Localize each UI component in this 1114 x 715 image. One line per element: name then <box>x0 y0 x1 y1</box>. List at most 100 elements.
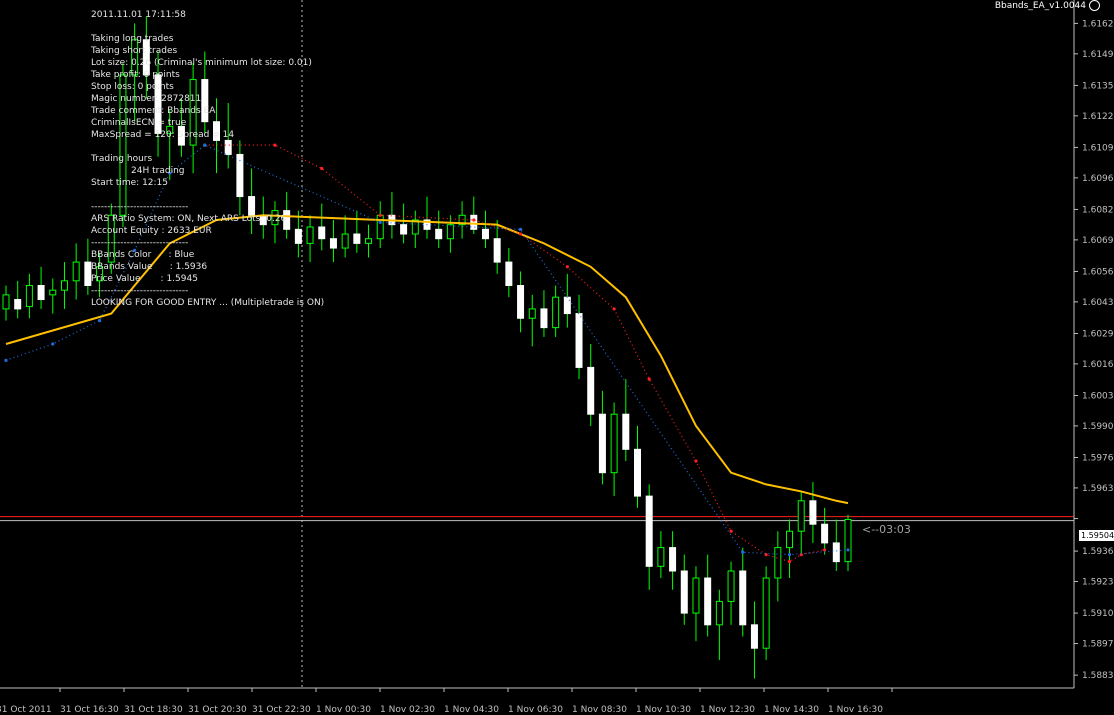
ea-info-panel: 2011.11.01 17:11:58 Taking long trades Tak… <box>91 9 324 309</box>
y-tick-label: 1.59900 <box>1082 422 1114 432</box>
ea-name-label: Bbands_EA_v1.0044 <box>994 1 1086 11</box>
y-tick-label: 1.60030 <box>1082 391 1114 401</box>
info-line: Take profit: 0 points <box>91 70 180 80</box>
y-tick-label: 1.61355 <box>1082 81 1114 91</box>
candle-body <box>25 284 33 308</box>
y-tick-label: 1.60430 <box>1082 298 1114 308</box>
indicator-point <box>612 307 616 311</box>
candle-body <box>610 413 618 474</box>
info-line: Taking long trades <box>91 34 174 44</box>
indicator-point <box>729 529 733 533</box>
indicator-point <box>51 342 55 346</box>
candle-body <box>832 542 840 563</box>
x-tick-label: 31 Oct 2011 <box>0 705 52 715</box>
info-line: Stop loss: 0 points <box>91 82 174 92</box>
x-tick-label: 1 Nov 02:30 <box>380 705 435 715</box>
x-tick-label: 31 Oct 16:30 <box>60 705 119 715</box>
candle-body <box>517 284 525 319</box>
y-tick-label: 1.59100 <box>1082 609 1114 619</box>
y-tick-label: 1.60825 <box>1082 205 1114 215</box>
candle-body <box>435 228 443 240</box>
x-tick-label: 1 Nov 06:30 <box>508 705 563 715</box>
info-line: BBands Color : Blue <box>91 250 195 260</box>
bar-countdown: <--03:03 <box>862 523 911 536</box>
candle-body <box>72 261 80 282</box>
y-tick-label: 1.60960 <box>1082 174 1114 184</box>
candle-body <box>739 570 747 626</box>
smiley-icon <box>1089 0 1100 11</box>
y-tick-label: 1.59235 <box>1082 578 1114 588</box>
info-line: ------------------------------ <box>91 238 189 248</box>
candle-body <box>575 313 583 368</box>
candle-body <box>657 547 665 567</box>
candle-body <box>2 294 10 310</box>
candle-body <box>692 577 700 614</box>
y-tick-label: 1.61225 <box>1082 112 1114 122</box>
y-tick-label: 1.58970 <box>1082 640 1114 650</box>
candle-body <box>622 413 630 450</box>
x-tick-label: 1 Nov 12:30 <box>700 705 755 715</box>
candle-body <box>376 214 384 240</box>
candle-body <box>481 228 489 240</box>
info-line <box>91 189 324 201</box>
y-tick-label: 1.60165 <box>1082 360 1114 370</box>
candle-body <box>669 547 677 572</box>
x-tick-label: 1 Nov 00:30 <box>316 705 371 715</box>
indicator-point <box>518 232 523 236</box>
indicator-point <box>694 459 698 463</box>
indicator-point <box>565 265 569 269</box>
candle-body <box>809 500 817 525</box>
x-tick-label: 1 Nov 16:30 <box>828 705 883 715</box>
candle-body <box>353 233 361 244</box>
candle-body <box>446 224 454 240</box>
indicator-point <box>97 318 102 323</box>
info-line: LOOKING FOR GOOD ENTRY ... (Multipletrad… <box>91 298 325 308</box>
candle-body <box>60 280 68 291</box>
candle-body <box>598 413 606 474</box>
y-tick-label: 1.59635 <box>1082 484 1114 494</box>
indicator-point <box>518 227 523 231</box>
info-line: CriminalIsECN = true <box>91 118 187 128</box>
candle-body <box>493 238 501 263</box>
info-line: Lot size: 0.26 (Criminal's minimum lot s… <box>91 58 312 68</box>
indicator-point <box>741 550 745 554</box>
x-tick-label: 31 Oct 20:30 <box>188 705 247 715</box>
y-tick-label: 1.61090 <box>1082 143 1114 153</box>
candle-body <box>750 624 758 649</box>
x-tick-label: 31 Oct 22:30 <box>252 705 311 715</box>
y-tick-label: 1.60695 <box>1082 236 1114 246</box>
candle-body <box>645 495 653 567</box>
indicator-point <box>846 548 850 552</box>
candle-body <box>505 261 513 286</box>
candle-body <box>797 500 805 532</box>
indicator-point <box>787 553 792 557</box>
candle-body <box>365 238 373 244</box>
indicator-point <box>4 358 8 362</box>
candle-body <box>14 299 22 310</box>
candle-body <box>528 308 536 319</box>
candle-body <box>844 519 852 563</box>
info-line: ------------------------------ <box>91 286 189 296</box>
y-tick-label: 1.60295 <box>1082 329 1114 339</box>
indicator-point <box>647 377 651 381</box>
candle-body <box>49 289 57 296</box>
info-line: Start time: 12:15 <box>91 178 169 188</box>
indicator-point <box>378 213 382 217</box>
candle-body <box>727 570 735 602</box>
y-tick-label: 1.61620 <box>1082 19 1114 29</box>
candle-body <box>470 214 478 230</box>
info-line: MaxSpread = 120: Spread = 14 <box>91 130 235 140</box>
x-tick-label: 1 Nov 14:30 <box>764 705 819 715</box>
y-tick-label: 1.59765 <box>1082 453 1114 463</box>
info-line: Trading hours <box>91 154 153 164</box>
candle-body <box>680 570 688 614</box>
candle-body <box>84 261 92 286</box>
candle-body <box>400 224 408 235</box>
y-tick-label: 1.59365 <box>1082 547 1114 557</box>
indicator-point <box>378 220 382 224</box>
y-tick-label: 1.61490 <box>1082 50 1114 60</box>
info-line: 24H trading <box>91 166 185 176</box>
candle-body <box>762 577 770 649</box>
candle-body <box>329 238 337 249</box>
info-line: ARS Ratio System: ON, Next ARS Lots: 0.2… <box>91 214 287 224</box>
